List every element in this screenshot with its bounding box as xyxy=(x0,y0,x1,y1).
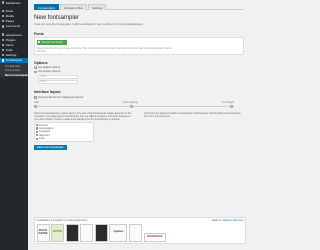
footer-credit: Made by Johannes Neumeier xyxy=(212,219,243,222)
credit-prefix: Made by xyxy=(212,219,222,223)
sidebar-item-label: Tools xyxy=(5,48,13,53)
layout-description-left: Select the Fontsampler's custom layout. … xyxy=(34,112,134,142)
sponsor-logo[interactable]: UNDERWARE xyxy=(143,232,166,242)
list-item-label: Invert xyxy=(38,137,45,141)
sponsor-logos: PAULO GOODE DUTCH typeface UNDERWARE xyxy=(36,223,244,242)
layout-descriptions: Select the Fontsampler's custom layout. … xyxy=(34,112,244,142)
submenu-new-fontsampler[interactable]: New Fontsampler xyxy=(0,72,28,77)
sidebar-item-label: Comments xyxy=(5,24,21,29)
radio-custom-options[interactable]: Use custom options xyxy=(34,70,244,73)
radio-button[interactable] xyxy=(34,70,37,74)
page-title: New fontsampler xyxy=(34,15,80,21)
fonts-heading: Fonts xyxy=(34,31,44,36)
tab-fontsets-files[interactable]: Fontsets & files xyxy=(59,4,88,10)
slider-handle[interactable] xyxy=(34,104,38,109)
feature-list: Fontsize Letterspacing Lineheight Alignm… xyxy=(34,121,94,142)
option-input-2[interactable]: Inherit xyxy=(38,79,78,84)
sponsor-logo[interactable]: typeface xyxy=(109,223,128,242)
slider-handle[interactable] xyxy=(130,104,134,109)
page-icon xyxy=(2,19,5,23)
plugin-icon xyxy=(2,38,5,41)
dashboard-icon xyxy=(2,1,5,4)
checkbox[interactable] xyxy=(34,95,37,99)
checkbox[interactable] xyxy=(35,137,38,140)
sidebar-item-label: Dashboard xyxy=(5,0,21,5)
slider-label-mid: Letter spacing xyxy=(122,100,138,104)
font-icon xyxy=(2,59,5,62)
sponsor-logo[interactable] xyxy=(94,223,108,242)
slider-label-right: Font Height xyxy=(221,100,234,104)
comment-icon xyxy=(2,25,5,28)
layout-slider: Start Letter spacing Font Height xyxy=(34,101,244,110)
sidebar-item-label: Settings xyxy=(5,53,17,58)
save-button[interactable]: Save new Fontsampler xyxy=(34,144,67,150)
sidebar-item-label: Plugins xyxy=(5,37,16,42)
sponsor-logo[interactable] xyxy=(65,223,79,242)
slider-handle[interactable] xyxy=(230,104,234,109)
main-content: Fontsamplers Fontsets & files Settings N… xyxy=(28,0,250,250)
tab-fontsamplers[interactable]: Fontsamplers xyxy=(34,4,59,10)
checkbox[interactable] xyxy=(35,130,38,133)
slider-label-left: Start xyxy=(34,100,40,104)
sponsor-footer: Fontsampler is brought to you with suppo… xyxy=(34,217,246,244)
layout-description-right: Customize the options in which a Fontsam… xyxy=(144,111,241,118)
sponsor-logo[interactable]: PAULO GOODE xyxy=(36,223,50,242)
description-text: Select the Fontsampler's custom layout. … xyxy=(34,111,132,121)
option-input-1[interactable]: Inherit xyxy=(38,74,78,79)
drag-handle-icon[interactable] xyxy=(38,40,41,44)
sidebar-item-label: Appearance xyxy=(5,32,22,37)
options-heading: Options xyxy=(34,61,48,65)
radio-label: Use default options xyxy=(37,66,60,70)
sidebar-item-label: Pages xyxy=(5,19,15,24)
wrench-icon xyxy=(2,48,5,52)
intro-text: Once you save the Fontsampler, it will b… xyxy=(34,22,144,26)
interface-heading: Interface layout xyxy=(34,89,61,94)
sidebar-item-label: Users xyxy=(5,42,14,47)
pin-icon xyxy=(2,9,5,12)
radio-label: Use custom options xyxy=(37,70,61,74)
radio-button[interactable] xyxy=(34,66,37,69)
slider-labels: Start Letter spacing Font Height xyxy=(34,101,234,104)
users-icon xyxy=(2,43,5,47)
sidebar-item-label: Fontsampler xyxy=(5,58,23,63)
tab-bar: Fontsamplers Fontsets & files Settings xyxy=(34,4,244,10)
sponsor-logo[interactable] xyxy=(129,223,143,242)
list-item[interactable]: Invert xyxy=(35,137,93,141)
checkbox[interactable] xyxy=(35,127,38,130)
footer-header: Fontsampler is brought to you with suppo… xyxy=(37,219,244,222)
checkbox[interactable] xyxy=(35,134,38,137)
layout-checkbox-row[interactable]: Use/override font for background layout xyxy=(34,96,244,99)
sidebar-submenu: Fontsampler Fonts & files New Fontsample… xyxy=(0,63,28,78)
footer-left-text: Fontsampler is brought to you with suppo… xyxy=(36,219,88,223)
fonts-list: Sample font family Drag & drop the fonts… xyxy=(34,37,244,55)
font-item-label: Sample font family xyxy=(41,40,63,44)
brush-icon xyxy=(2,33,5,36)
media-icon xyxy=(2,14,5,18)
fonts-note: Drag & drop the fonts to change their or… xyxy=(36,46,173,53)
settings-icon xyxy=(2,54,5,57)
admin-sidebar: Dashboard Posts Media Pages Comments App… xyxy=(0,0,28,250)
slider-track[interactable] xyxy=(34,106,234,108)
font-item[interactable]: Sample font family xyxy=(36,39,67,45)
tab-settings[interactable]: Settings xyxy=(88,4,107,10)
author-link[interactable]: Johannes Neumeier xyxy=(222,219,243,222)
sidebar-item-label: Posts xyxy=(5,8,14,13)
checkbox-label: Use/override font for background layout xyxy=(37,95,84,99)
sidebar-item-label: Media xyxy=(5,13,14,18)
sponsor-logo[interactable]: DUTCH xyxy=(51,223,65,242)
sponsor-logo[interactable] xyxy=(80,223,94,242)
checkbox[interactable] xyxy=(35,123,38,127)
radio-default-options[interactable]: Use default options xyxy=(34,66,244,69)
